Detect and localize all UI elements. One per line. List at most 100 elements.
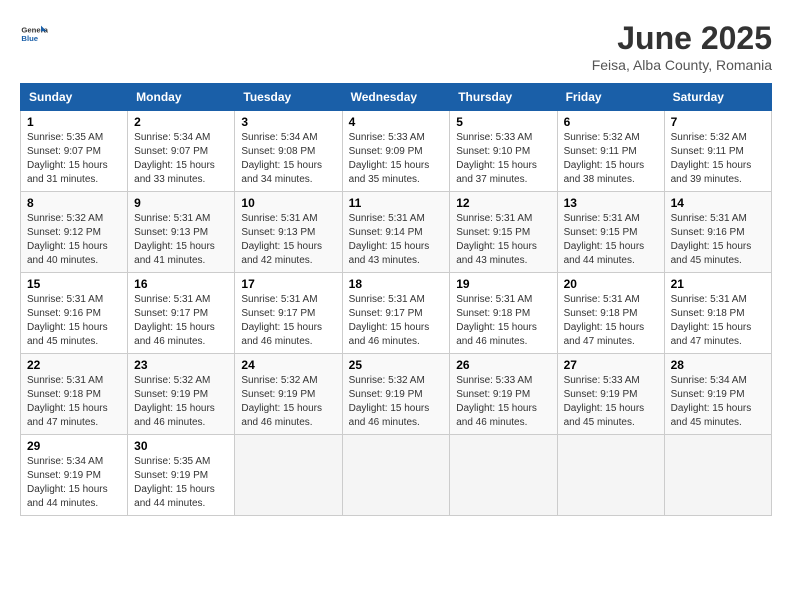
calendar-cell: 28 Sunrise: 5:34 AM Sunset: 9:19 PM Dayl… [664, 354, 771, 435]
calendar-cell: 16 Sunrise: 5:31 AM Sunset: 9:17 PM Dayl… [128, 273, 235, 354]
title-area: June 2025 Feisa, Alba County, Romania [592, 20, 772, 73]
day-number: 3 [241, 115, 335, 129]
calendar-cell [557, 435, 664, 516]
day-info: Sunrise: 5:32 AM Sunset: 9:11 PM Dayligh… [564, 131, 658, 187]
calendar-cell [450, 435, 557, 516]
day-header-monday: Monday [128, 84, 235, 111]
day-info: Sunrise: 5:31 AM Sunset: 9:15 PM Dayligh… [456, 212, 550, 268]
calendar-cell: 9 Sunrise: 5:31 AM Sunset: 9:13 PM Dayli… [128, 192, 235, 273]
logo: General Blue [20, 20, 48, 48]
day-info: Sunrise: 5:31 AM Sunset: 9:13 PM Dayligh… [134, 212, 228, 268]
calendar-cell: 18 Sunrise: 5:31 AM Sunset: 9:17 PM Dayl… [342, 273, 450, 354]
calendar-cell: 6 Sunrise: 5:32 AM Sunset: 9:11 PM Dayli… [557, 111, 664, 192]
day-header-thursday: Thursday [450, 84, 557, 111]
calendar-cell: 19 Sunrise: 5:31 AM Sunset: 9:18 PM Dayl… [450, 273, 557, 354]
calendar-cell: 1 Sunrise: 5:35 AM Sunset: 9:07 PM Dayli… [21, 111, 128, 192]
day-info: Sunrise: 5:32 AM Sunset: 9:19 PM Dayligh… [349, 374, 444, 430]
calendar: SundayMondayTuesdayWednesdayThursdayFrid… [20, 83, 772, 516]
day-number: 2 [134, 115, 228, 129]
day-info: Sunrise: 5:33 AM Sunset: 9:10 PM Dayligh… [456, 131, 550, 187]
svg-text:Blue: Blue [21, 34, 38, 43]
calendar-cell: 27 Sunrise: 5:33 AM Sunset: 9:19 PM Dayl… [557, 354, 664, 435]
day-info: Sunrise: 5:31 AM Sunset: 9:17 PM Dayligh… [349, 293, 444, 349]
calendar-cell: 11 Sunrise: 5:31 AM Sunset: 9:14 PM Dayl… [342, 192, 450, 273]
calendar-cell [342, 435, 450, 516]
day-info: Sunrise: 5:32 AM Sunset: 9:11 PM Dayligh… [671, 131, 765, 187]
month-year: June 2025 [592, 20, 772, 57]
day-info: Sunrise: 5:31 AM Sunset: 9:17 PM Dayligh… [134, 293, 228, 349]
calendar-cell: 29 Sunrise: 5:34 AM Sunset: 9:19 PM Dayl… [21, 435, 128, 516]
day-header-tuesday: Tuesday [235, 84, 342, 111]
day-info: Sunrise: 5:31 AM Sunset: 9:14 PM Dayligh… [349, 212, 444, 268]
day-number: 27 [564, 358, 658, 372]
header: General Blue June 2025 Feisa, Alba Count… [20, 20, 772, 73]
day-info: Sunrise: 5:32 AM Sunset: 9:12 PM Dayligh… [27, 212, 121, 268]
day-info: Sunrise: 5:34 AM Sunset: 9:19 PM Dayligh… [671, 374, 765, 430]
day-number: 15 [27, 277, 121, 291]
calendar-cell: 23 Sunrise: 5:32 AM Sunset: 9:19 PM Dayl… [128, 354, 235, 435]
day-info: Sunrise: 5:34 AM Sunset: 9:08 PM Dayligh… [241, 131, 335, 187]
calendar-cell: 21 Sunrise: 5:31 AM Sunset: 9:18 PM Dayl… [664, 273, 771, 354]
day-info: Sunrise: 5:33 AM Sunset: 9:19 PM Dayligh… [564, 374, 658, 430]
calendar-cell: 17 Sunrise: 5:31 AM Sunset: 9:17 PM Dayl… [235, 273, 342, 354]
day-number: 21 [671, 277, 765, 291]
logo-icon: General Blue [20, 20, 48, 48]
calendar-cell: 24 Sunrise: 5:32 AM Sunset: 9:19 PM Dayl… [235, 354, 342, 435]
calendar-cell: 12 Sunrise: 5:31 AM Sunset: 9:15 PM Dayl… [450, 192, 557, 273]
calendar-cell [235, 435, 342, 516]
day-number: 6 [564, 115, 658, 129]
day-number: 7 [671, 115, 765, 129]
day-number: 17 [241, 277, 335, 291]
day-number: 30 [134, 439, 228, 453]
day-info: Sunrise: 5:31 AM Sunset: 9:16 PM Dayligh… [27, 293, 121, 349]
day-info: Sunrise: 5:31 AM Sunset: 9:13 PM Dayligh… [241, 212, 335, 268]
calendar-cell: 14 Sunrise: 5:31 AM Sunset: 9:16 PM Dayl… [664, 192, 771, 273]
day-number: 29 [27, 439, 121, 453]
day-number: 9 [134, 196, 228, 210]
day-header-sunday: Sunday [21, 84, 128, 111]
calendar-cell: 7 Sunrise: 5:32 AM Sunset: 9:11 PM Dayli… [664, 111, 771, 192]
day-info: Sunrise: 5:31 AM Sunset: 9:18 PM Dayligh… [27, 374, 121, 430]
day-number: 26 [456, 358, 550, 372]
calendar-cell [664, 435, 771, 516]
day-number: 18 [349, 277, 444, 291]
day-number: 22 [27, 358, 121, 372]
day-number: 25 [349, 358, 444, 372]
day-number: 10 [241, 196, 335, 210]
day-number: 23 [134, 358, 228, 372]
location: Feisa, Alba County, Romania [592, 57, 772, 73]
day-header-saturday: Saturday [664, 84, 771, 111]
day-number: 28 [671, 358, 765, 372]
day-number: 16 [134, 277, 228, 291]
calendar-cell: 5 Sunrise: 5:33 AM Sunset: 9:10 PM Dayli… [450, 111, 557, 192]
calendar-cell: 15 Sunrise: 5:31 AM Sunset: 9:16 PM Dayl… [21, 273, 128, 354]
calendar-cell: 3 Sunrise: 5:34 AM Sunset: 9:08 PM Dayli… [235, 111, 342, 192]
calendar-cell: 13 Sunrise: 5:31 AM Sunset: 9:15 PM Dayl… [557, 192, 664, 273]
calendar-cell: 4 Sunrise: 5:33 AM Sunset: 9:09 PM Dayli… [342, 111, 450, 192]
day-number: 12 [456, 196, 550, 210]
day-info: Sunrise: 5:31 AM Sunset: 9:16 PM Dayligh… [671, 212, 765, 268]
day-info: Sunrise: 5:31 AM Sunset: 9:15 PM Dayligh… [564, 212, 658, 268]
day-info: Sunrise: 5:34 AM Sunset: 9:07 PM Dayligh… [134, 131, 228, 187]
day-info: Sunrise: 5:34 AM Sunset: 9:19 PM Dayligh… [27, 455, 121, 511]
day-info: Sunrise: 5:31 AM Sunset: 9:18 PM Dayligh… [564, 293, 658, 349]
calendar-cell: 25 Sunrise: 5:32 AM Sunset: 9:19 PM Dayl… [342, 354, 450, 435]
calendar-cell: 2 Sunrise: 5:34 AM Sunset: 9:07 PM Dayli… [128, 111, 235, 192]
calendar-cell: 30 Sunrise: 5:35 AM Sunset: 9:19 PM Dayl… [128, 435, 235, 516]
calendar-cell: 26 Sunrise: 5:33 AM Sunset: 9:19 PM Dayl… [450, 354, 557, 435]
day-number: 5 [456, 115, 550, 129]
day-header-wednesday: Wednesday [342, 84, 450, 111]
day-info: Sunrise: 5:32 AM Sunset: 9:19 PM Dayligh… [241, 374, 335, 430]
calendar-cell: 20 Sunrise: 5:31 AM Sunset: 9:18 PM Dayl… [557, 273, 664, 354]
day-number: 19 [456, 277, 550, 291]
day-number: 13 [564, 196, 658, 210]
day-info: Sunrise: 5:33 AM Sunset: 9:19 PM Dayligh… [456, 374, 550, 430]
day-number: 14 [671, 196, 765, 210]
calendar-cell: 22 Sunrise: 5:31 AM Sunset: 9:18 PM Dayl… [21, 354, 128, 435]
day-number: 11 [349, 196, 444, 210]
day-header-friday: Friday [557, 84, 664, 111]
day-info: Sunrise: 5:31 AM Sunset: 9:17 PM Dayligh… [241, 293, 335, 349]
day-number: 24 [241, 358, 335, 372]
day-info: Sunrise: 5:31 AM Sunset: 9:18 PM Dayligh… [456, 293, 550, 349]
day-number: 1 [27, 115, 121, 129]
